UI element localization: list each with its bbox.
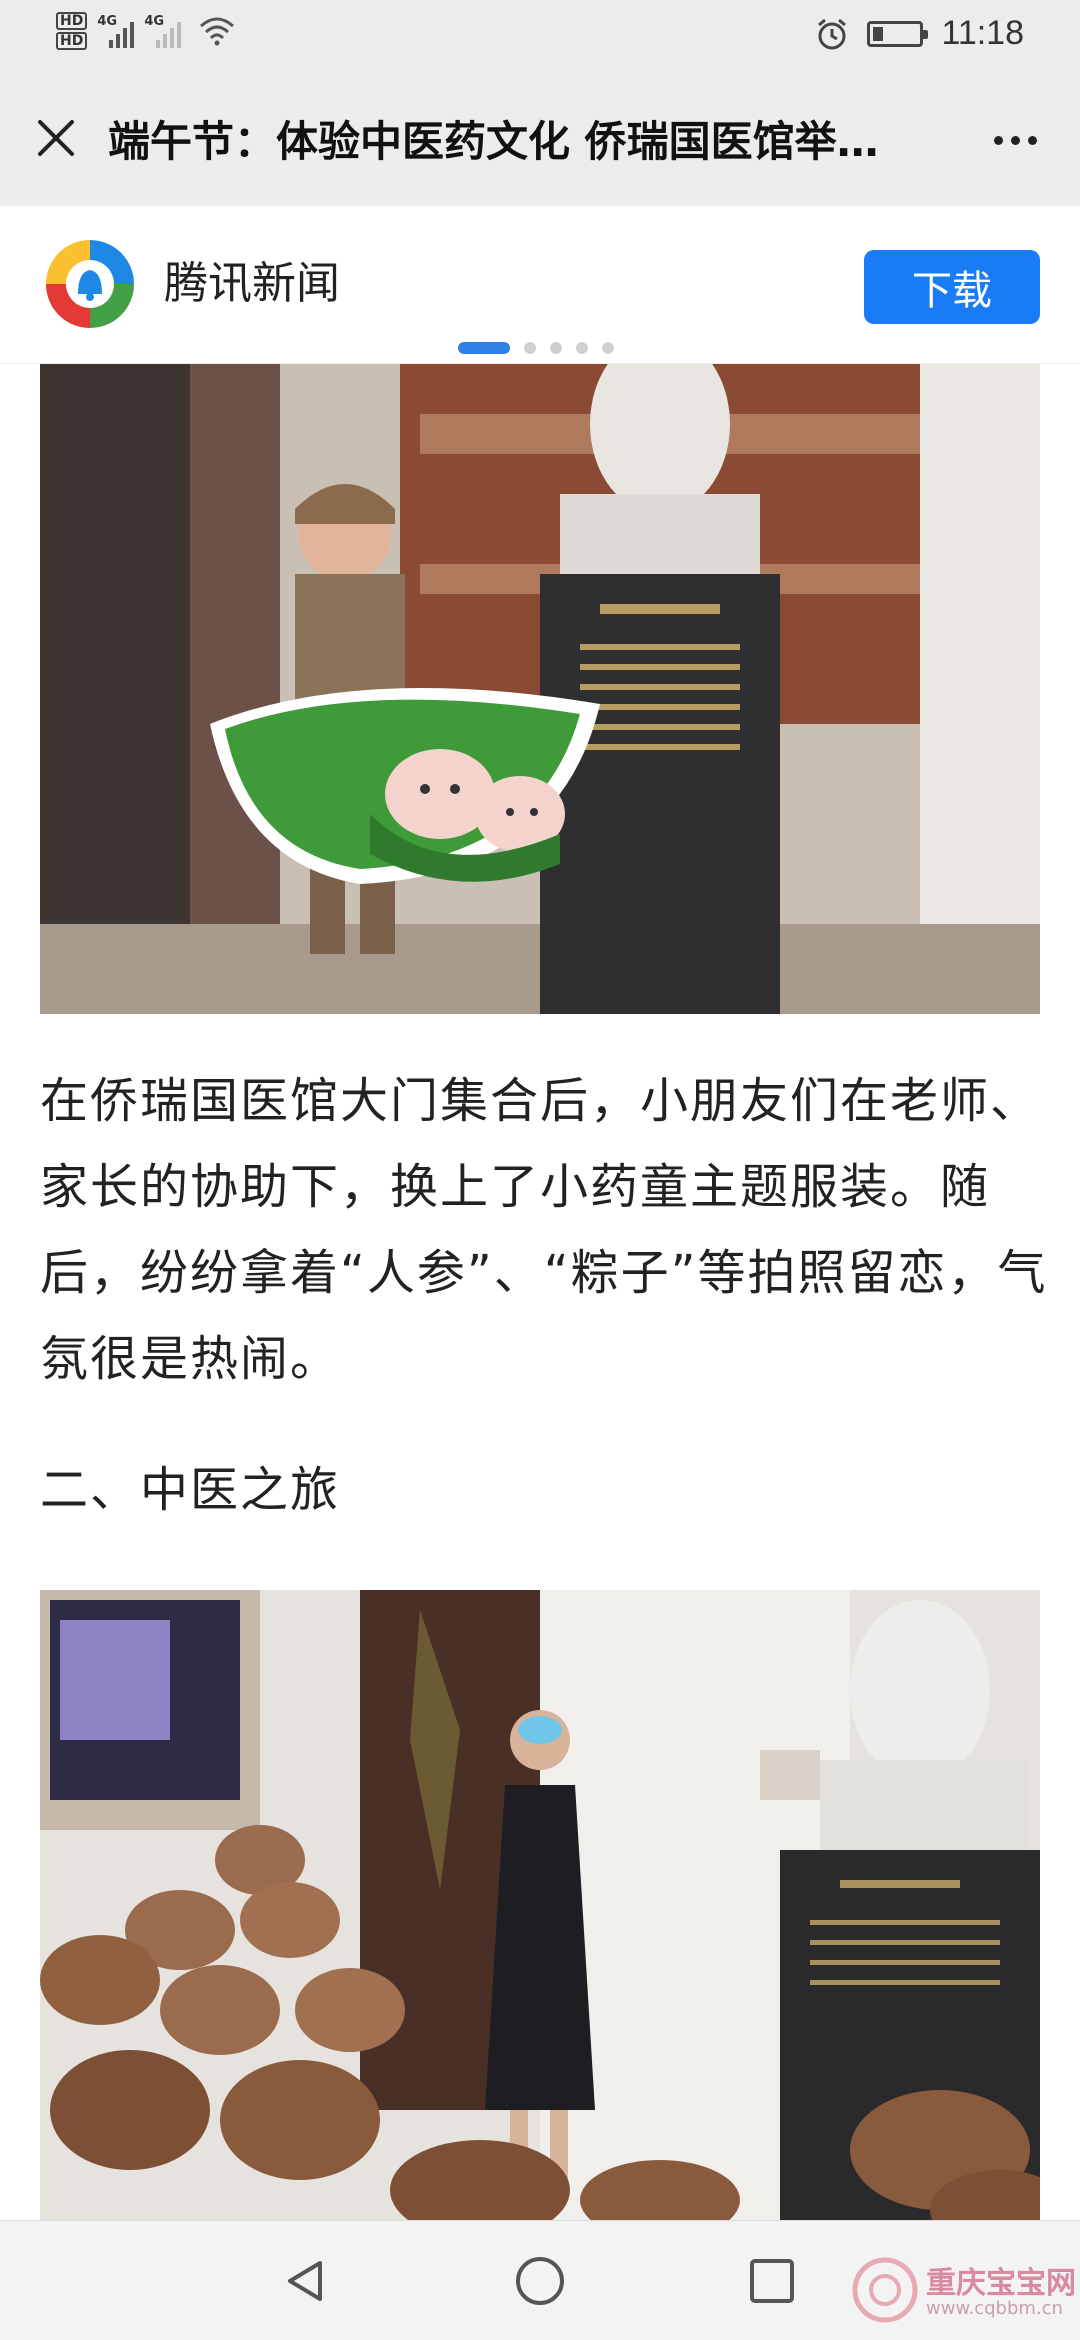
network-type-1: 4G [97, 14, 118, 29]
more-options-button[interactable] [980, 112, 1050, 168]
status-right: 11:18 [815, 14, 1024, 53]
more-dot-icon [1010, 135, 1020, 145]
carousel-dot-active [458, 342, 510, 354]
download-button[interactable]: 下载 [864, 250, 1040, 324]
more-dot-icon [993, 135, 1003, 145]
alarm-icon [818, 18, 847, 49]
site-watermark: 重庆宝宝网 www.cqbbm.cn [850, 2248, 1080, 2338]
carousel-dot [602, 342, 614, 354]
title-bar: 端午节：体验中医药文化 侨瑞国医馆举… [0, 72, 1080, 206]
watermark-logo-icon [852, 2257, 918, 2323]
section-heading: 二、中医之旅 [40, 1462, 341, 1518]
app-name: 腾讯新闻 [164, 258, 340, 309]
battery-icon [867, 20, 929, 47]
hd-badge-1: HD [56, 12, 88, 30]
page-title: 端午节：体验中医药文化 侨瑞国医馆举… [108, 117, 879, 166]
status-bar: HD HD 4G 4G 11:18 [0, 0, 1080, 72]
app-download-banner: 腾讯新闻 下载 [0, 206, 1080, 364]
article-photo-1 [40, 364, 1040, 1014]
signal-icon-2: 4G [144, 14, 182, 48]
nav-recent-apps-button[interactable] [742, 2251, 802, 2311]
carousel-dot [576, 342, 588, 354]
watermark-url: www.cqbbm.cn [926, 2298, 1063, 2319]
article-paragraph: 在侨瑞国医馆大门集合后，小朋友们在老师、家长的协助下，换上了小药童主题服装。随后… [40, 1073, 1048, 1387]
hd-indicators: HD HD [56, 12, 88, 50]
nav-home-button[interactable] [510, 2251, 570, 2311]
carousel-dot [550, 342, 562, 354]
network-type-2: 4G [144, 14, 165, 29]
watermark-name: 重庆宝宝网 [926, 2266, 1076, 2301]
hd-badge-2: HD [56, 32, 88, 50]
status-left: HD HD 4G 4G [56, 12, 235, 50]
signal-icon-1: 4G [97, 14, 135, 48]
status-time: 11:18 [941, 14, 1024, 52]
wifi-icon [200, 17, 235, 46]
close-icon [38, 120, 74, 156]
nav-back-button[interactable] [276, 2251, 336, 2311]
screen: HD HD 4G 4G 11:18 端午节：体验中医药文化 侨瑞国医馆举… 腾讯… [0, 0, 1080, 2340]
carousel-indicator [458, 342, 614, 354]
carousel-dot [524, 342, 536, 354]
more-dot-icon [1027, 135, 1037, 145]
article-photo-2 [40, 1590, 1040, 2220]
close-button[interactable] [28, 110, 84, 166]
tencent-news-logo [46, 240, 134, 328]
